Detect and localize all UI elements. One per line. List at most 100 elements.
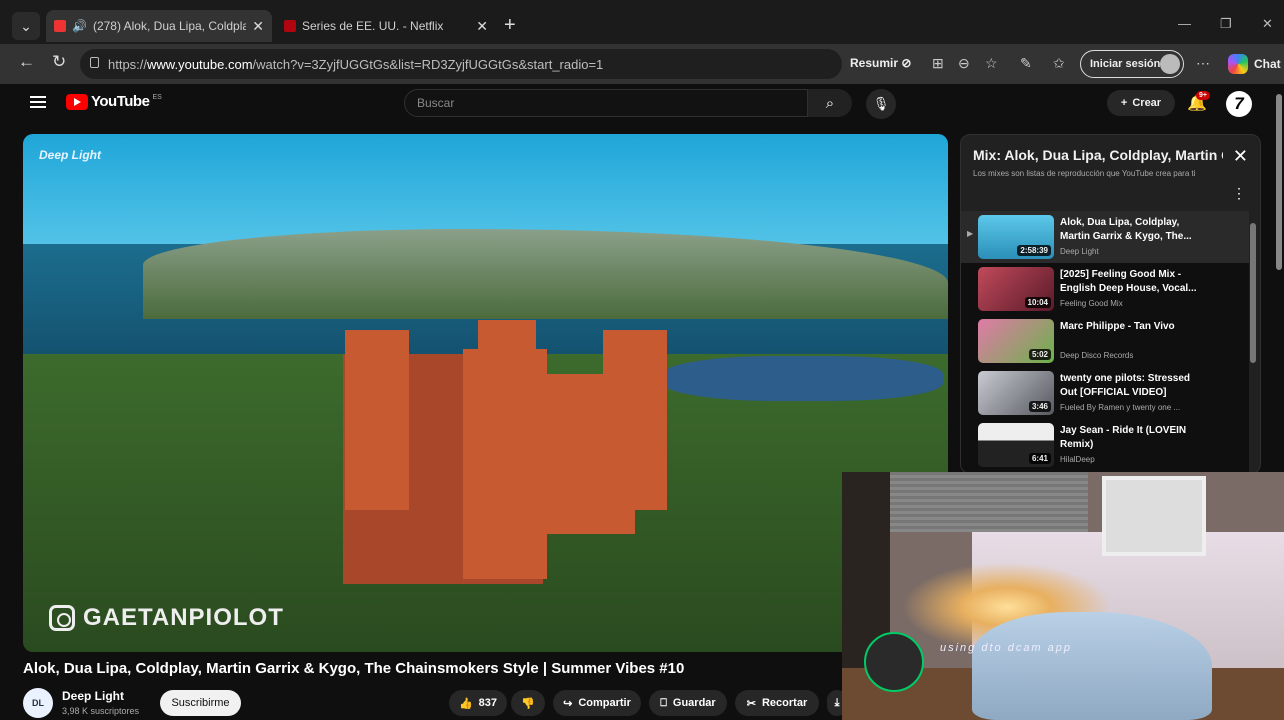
like-button[interactable]: 👍 837 (449, 690, 507, 716)
video-duration: 5:02 (1028, 349, 1051, 360)
playlist-video-title: Marc Philippe - Tan Vivo (1060, 321, 1175, 332)
channel-name[interactable]: Deep Light (62, 689, 124, 703)
zoom-icon[interactable]: ⊖ (958, 55, 970, 72)
tab-youtube[interactable]: 🔊 (278) Alok, Dua Lipa, Coldplay ✕ (46, 10, 272, 42)
search-input[interactable]: Buscar (404, 89, 808, 117)
create-label: Crear (1132, 97, 1162, 109)
close-icon[interactable]: ✕ (1233, 146, 1248, 167)
playlist-item[interactable]: 10:04 [2025] Feeling Good Mix - English … (961, 263, 1249, 315)
playlist-channel: HilalDeep (1060, 455, 1095, 464)
video-thumbnail: 10:04 (978, 267, 1054, 311)
now-playing-icon: ▶ (967, 229, 974, 238)
dislike-button[interactable]: 👎 (511, 690, 545, 716)
thumbs-down-icon: 👎 (521, 697, 535, 710)
playlist-items: ▶ 2:58:39 Alok, Dua Lipa, Coldplay, Mart… (961, 211, 1249, 473)
microphone-icon[interactable]: 🎙 (866, 89, 896, 119)
thumbs-up-icon: 👍 (458, 697, 473, 710)
playlist-item[interactable]: 6:41 Jay Sean - Ride It (LOVEIN Remix) H… (961, 419, 1249, 471)
video-thumbnail: 6:41 (978, 423, 1054, 467)
sign-in-button[interactable]: Iniciar sesión (1080, 50, 1184, 78)
reload-icon[interactable]: ↻ (52, 52, 66, 72)
save-label: Guardar (672, 697, 716, 709)
webcam-overlay: using dto dcam app (842, 472, 1284, 720)
split-screen-icon[interactable]: ⊞ (932, 55, 944, 72)
tab-actions-menu-icon[interactable]: ⌄ (12, 12, 40, 40)
url-path: /watch?v=3ZyjfUGGtGs&list=RD3ZyjfUGGtGs&… (252, 56, 604, 72)
overlay-handle: GAETANPIOLOT (83, 604, 284, 631)
more-vert-icon[interactable]: ⋮ (1232, 185, 1246, 202)
playlist-item[interactable]: ▶ 2:58:39 Alok, Dua Lipa, Coldplay, Mart… (961, 211, 1249, 263)
playlist-video-title: [2025] Feeling Good Mix - English Deep H… (1060, 269, 1197, 294)
playlist-scrollbar[interactable] (1250, 223, 1256, 363)
video-duration: 3:46 (1028, 401, 1051, 412)
clip-button[interactable]: ✂ Recortar (735, 690, 819, 716)
url-host: www.youtube.com (147, 56, 253, 72)
notification-count-badge: 9+ (1196, 91, 1210, 100)
playlist-video-title: Alok, Dua Lipa, Coldplay, Martin Garrix … (1060, 217, 1192, 242)
video-thumbnail: 5:02 (978, 319, 1054, 363)
like-count: 837 (478, 697, 498, 709)
video-watermark: Deep Light (39, 148, 101, 162)
account-avatar[interactable]: 7 (1226, 91, 1252, 117)
summarize-button[interactable]: Resumir ⊘ (850, 56, 911, 70)
back-icon[interactable]: ← (18, 52, 35, 72)
close-tab-icon[interactable]: ✕ (252, 18, 264, 35)
youtube-masthead: YouTube ES Buscar ⌕ 🎙 + Crear 🔔 9+ 7 (9, 84, 1282, 270)
menu-icon[interactable] (30, 96, 46, 108)
video-duration: 10:04 (1024, 297, 1051, 308)
video-instagram-overlay: GAETANPIOLOT (49, 604, 284, 632)
minimize-icon[interactable]: — (1178, 16, 1191, 31)
close-window-icon[interactable]: ✕ (1262, 16, 1273, 32)
url-prefix: https:// (108, 56, 148, 72)
extensions-icon[interactable]: ✎ (1020, 55, 1032, 72)
video-lagoon (663, 356, 943, 401)
youtube-logo[interactable]: YouTube ES (66, 93, 162, 110)
summarize-label: Resumir (850, 56, 899, 70)
page-scrollbar[interactable] (1276, 94, 1282, 270)
video-duration: 2:58:39 (1017, 245, 1051, 256)
video-title: Alok, Dua Lipa, Coldplay, Martin Garrix … (23, 660, 685, 677)
speaker-icon[interactable]: 🔊 (72, 19, 87, 33)
restore-icon[interactable]: ❐ (1220, 16, 1232, 32)
bookmark-icon: ⎕ (660, 696, 667, 709)
playlist-subtitle: Los mixes son listas de reproducción que… (973, 169, 1196, 178)
video-thumbnail: 3:46 (978, 371, 1054, 415)
create-button[interactable]: + Crear (1107, 90, 1175, 116)
lock-icon (90, 57, 99, 68)
channel-avatar[interactable]: DL (23, 688, 53, 718)
playlist-channel: Deep Disco Records (1060, 351, 1134, 360)
scissors-icon: ✂ (746, 697, 756, 710)
playlist-title: Mix: Alok, Dua Lipa, Coldplay, Martin Ga… (973, 147, 1223, 163)
save-button[interactable]: ⎕ Guardar (649, 690, 727, 716)
youtube-favicon-icon (54, 20, 66, 32)
chat-button[interactable]: Chat (1254, 57, 1281, 71)
playlist-item[interactable]: 5:02 Marc Philippe - Tan Vivo Deep Disco… (961, 315, 1249, 367)
mix-playlist-panel: Mix: Alok, Dua Lipa, Coldplay, Martin Ga… (960, 134, 1261, 474)
webcam-blanket (972, 612, 1212, 720)
webcam-overlay-text: using dto dcam app (940, 642, 1073, 654)
favorites-icon[interactable]: ✩ (1053, 55, 1065, 72)
youtube-logo-text: YouTube (91, 93, 150, 110)
castle-tower-front (463, 349, 547, 579)
summarize-icon: ⊘ (901, 56, 912, 70)
clip-label: Recortar (761, 697, 808, 709)
playlist-item[interactable]: 3:46 twenty one pilots: Stressed Out [OF… (961, 367, 1249, 419)
address-bar[interactable]: https://www.youtube.com/watch?v=3ZyjfUGG… (80, 49, 842, 79)
close-tab-icon[interactable]: ✕ (476, 18, 488, 35)
tab-netflix[interactable]: Series de EE. UU. - Netflix ✕ (276, 10, 496, 42)
subscribe-button[interactable]: Suscribirme (160, 690, 241, 716)
video-player[interactable]: Deep Light GAETANPIOLOT (23, 134, 948, 652)
search-icon[interactable]: ⌕ (808, 89, 852, 117)
castle-tower-right (603, 330, 667, 510)
region-code: ES (152, 94, 162, 101)
instagram-icon (49, 605, 75, 631)
copilot-icon[interactable] (1228, 54, 1248, 74)
more-options-icon[interactable]: ⋯ (1196, 55, 1210, 72)
favorite-star-icon[interactable]: ☆ (985, 55, 998, 72)
share-button[interactable]: ↪ Compartir (553, 690, 641, 716)
new-tab-icon[interactable]: + (504, 14, 516, 37)
video-duration: 6:41 (1028, 453, 1051, 464)
playlist-video-title: Jay Sean - Ride It (LOVEIN Remix) (1060, 425, 1187, 450)
tab-title: Series de EE. UU. - Netflix (302, 19, 444, 33)
plus-icon: + (1120, 97, 1128, 109)
